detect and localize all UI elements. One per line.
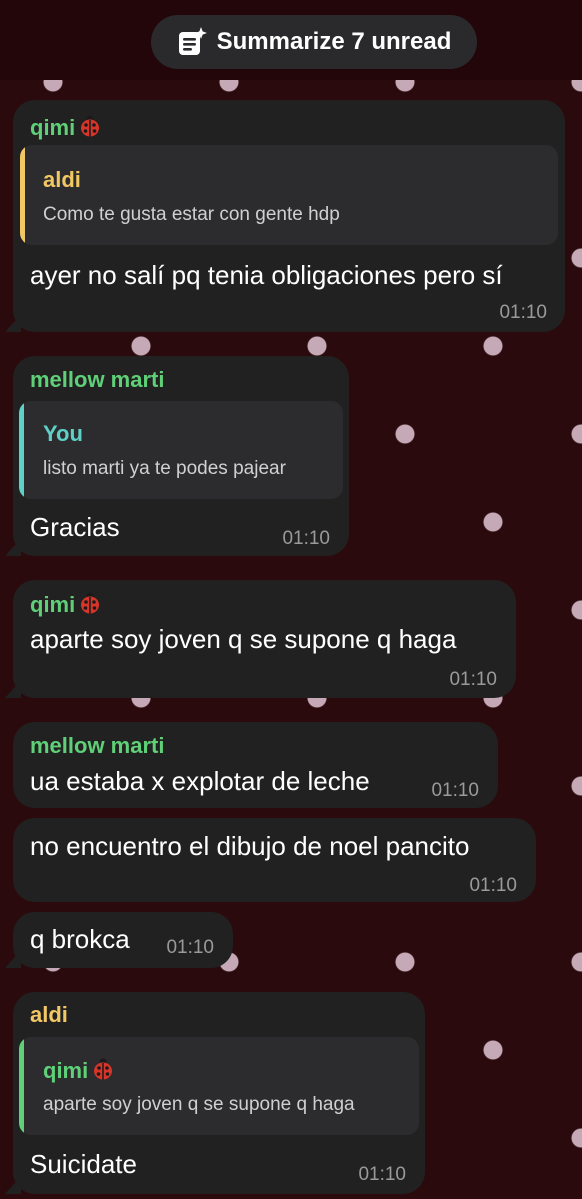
message-time: 01:10 [431, 780, 479, 801]
quote-sender: aldi [43, 167, 81, 192]
message-time: 01:10 [449, 669, 497, 690]
reply-quote[interactable]: qimi aparte soy joven q se supone q haga [19, 1037, 419, 1135]
message-text: Gracias [30, 512, 120, 542]
message-bubble[interactable]: q brokca 01:10 [5, 912, 233, 968]
message-text: q brokca [30, 924, 130, 954]
ladybug-icon [81, 592, 100, 614]
sender-name: mellow marti [30, 733, 165, 758]
message-text: aparte soy joven q se supone q haga [30, 624, 457, 654]
sender-name: mellow marti [30, 367, 165, 392]
message-time: 01:10 [469, 875, 517, 896]
sender-name: qimi [30, 591, 102, 618]
message-bubble[interactable]: qimi aldi Como te gusta estar con gente … [5, 100, 565, 332]
message-time: 01:10 [166, 937, 214, 958]
quote-text: listo marti ya te podes pajear [43, 458, 286, 479]
message-text: ua estaba x explotar de leche [30, 766, 370, 796]
message-time: 01:10 [282, 528, 330, 549]
top-bar: Summarize 7 unread [0, 0, 582, 80]
bubble-tail [5, 1176, 21, 1194]
bubble-tail [5, 950, 21, 968]
message-time: 01:10 [358, 1164, 406, 1185]
summary-sparkle-icon [178, 27, 207, 55]
sender-name: aldi [30, 1002, 68, 1027]
message-bubble[interactable]: aldi qimi aparte soy joven q se supone q… [5, 992, 425, 1194]
message-text: no encuentro el dibujo de noel pancito [30, 831, 470, 861]
quote-sender: qimi [43, 1057, 115, 1084]
ladybug-icon [94, 1058, 113, 1080]
message-bubble[interactable]: qimi aparte soy joven q se supone q haga… [5, 580, 516, 698]
message-bubble[interactable]: mellow marti ua estaba x explotar de lec… [13, 722, 498, 808]
bubble-tail [5, 680, 21, 698]
message-text: ayer no salí pq tenia obligaciones pero … [30, 260, 503, 290]
quote-sender: You [43, 421, 83, 446]
summarize-unread-button[interactable]: Summarize 7 unread [151, 15, 477, 69]
message-text: Suicidate [30, 1149, 137, 1179]
reply-quote[interactable]: aldi Como te gusta estar con gente hdp [20, 145, 558, 245]
quote-bar [19, 1037, 24, 1135]
bubble-tail [5, 538, 21, 556]
reply-quote[interactable]: You listo marti ya te podes pajear [19, 401, 343, 499]
quote-text: Como te gusta estar con gente hdp [43, 204, 340, 225]
message-time: 01:10 [499, 302, 547, 323]
quote-text: aparte soy joven q se supone q haga [43, 1094, 355, 1115]
ladybug-icon [81, 115, 100, 137]
bubble-tail [5, 314, 21, 332]
quote-bar [19, 401, 24, 499]
quote-bar [20, 145, 25, 245]
summarize-label: Summarize 7 unread [216, 28, 452, 55]
message-bubble[interactable]: no encuentro el dibujo de noel pancito 0… [13, 818, 536, 902]
message-bubble[interactable]: mellow marti You listo marti ya te podes… [5, 356, 349, 556]
sender-name: qimi [30, 114, 102, 141]
